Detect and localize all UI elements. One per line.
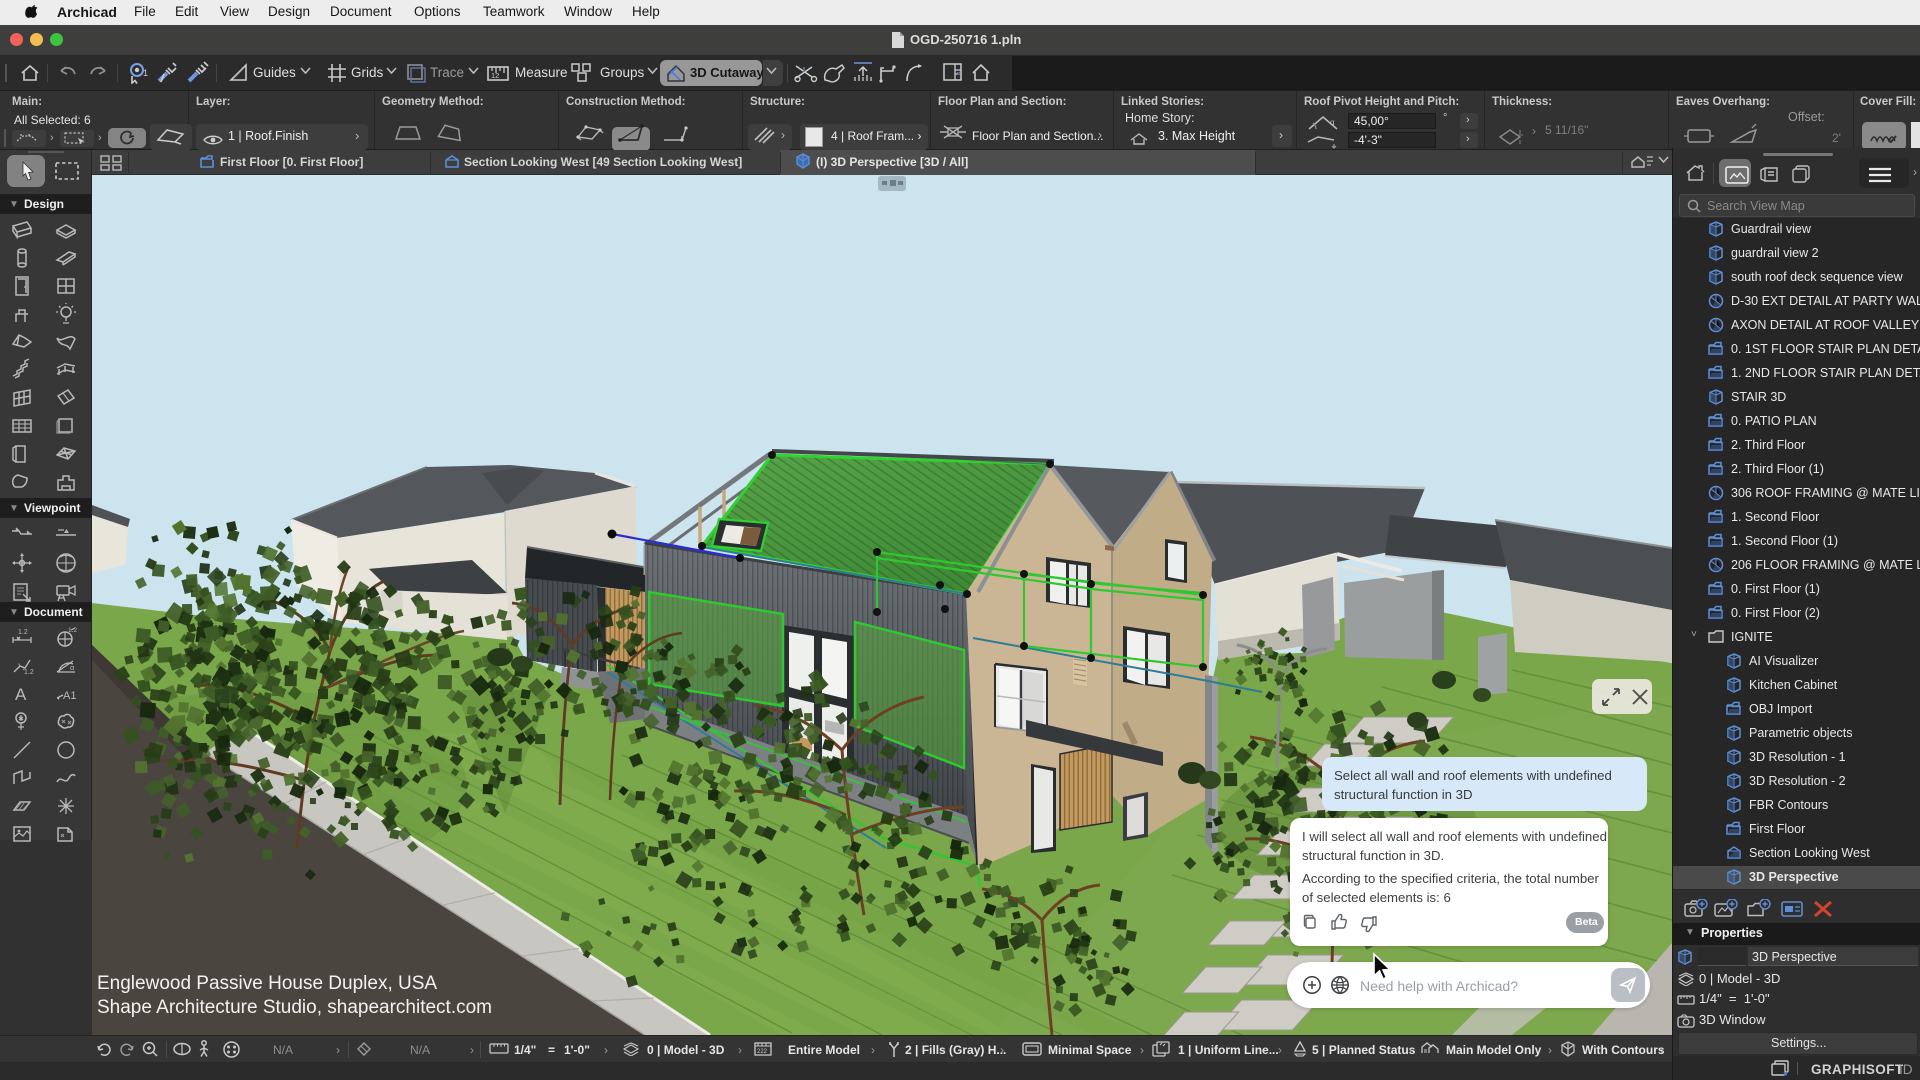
svg-text:1.2: 1.2 [24,669,34,676]
svg-text:12: 12 [491,71,499,80]
svg-text:1.2: 1.2 [68,627,77,634]
svg-text:α: α [1330,118,1335,127]
svg-text:1: 1 [143,68,148,78]
svg-text:A1: A1 [63,690,76,702]
svg-text:α: α [70,663,75,672]
svg-text:A: A [15,685,27,704]
svg-text:1.2: 1.2 [18,629,28,636]
svg-text:222: 222 [757,1049,768,1055]
